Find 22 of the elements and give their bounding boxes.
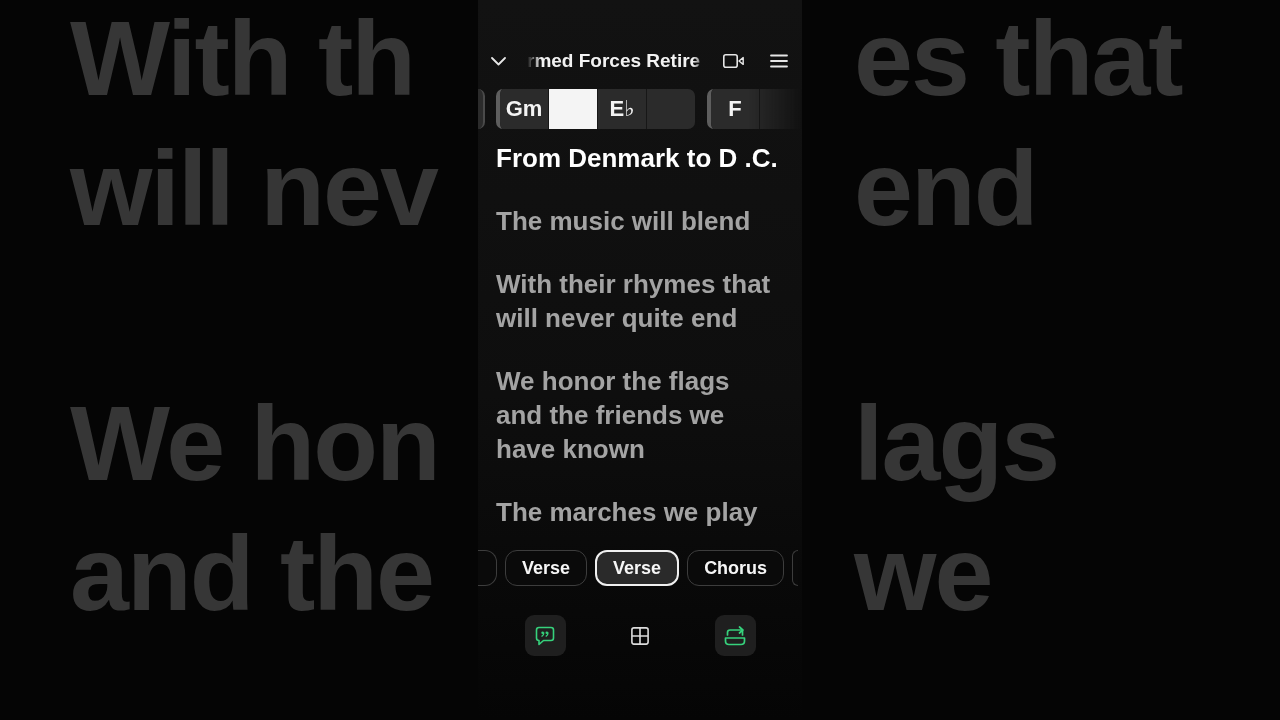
lyric-line: The music will blend [496,205,752,238]
chord-cell[interactable]: E♭ [598,89,646,129]
menu-icon[interactable] [770,54,788,68]
toolbar-button[interactable] [524,615,566,656]
lyric-line: The marches we play [496,496,759,529]
chord-cell[interactable] [647,89,695,129]
section-pill[interactable]: Chorus [687,550,785,586]
section-pill[interactable]: Verse [505,550,588,586]
section-pill[interactable]: Verse [595,550,680,586]
chevron-down-icon[interactable] [491,56,506,66]
chord-cell[interactable]: F [711,89,759,129]
song-title: rmed Forces Retire [527,50,702,72]
lyric-line: We honor the flags and the friends we have known [496,365,731,466]
chord-cell[interactable]: Gm [500,89,548,129]
repeat-icon [724,625,746,646]
video-camera-icon[interactable] [723,54,744,68]
grid-icon [631,626,649,645]
lyric-line: From Denmark to D .C. [496,142,779,175]
toolbar-button[interactable] [714,615,756,656]
chord-cell[interactable] [549,89,597,129]
quote-bubble-icon [535,625,555,646]
lyric-line: With their rhymes that will never quite end [496,268,772,335]
